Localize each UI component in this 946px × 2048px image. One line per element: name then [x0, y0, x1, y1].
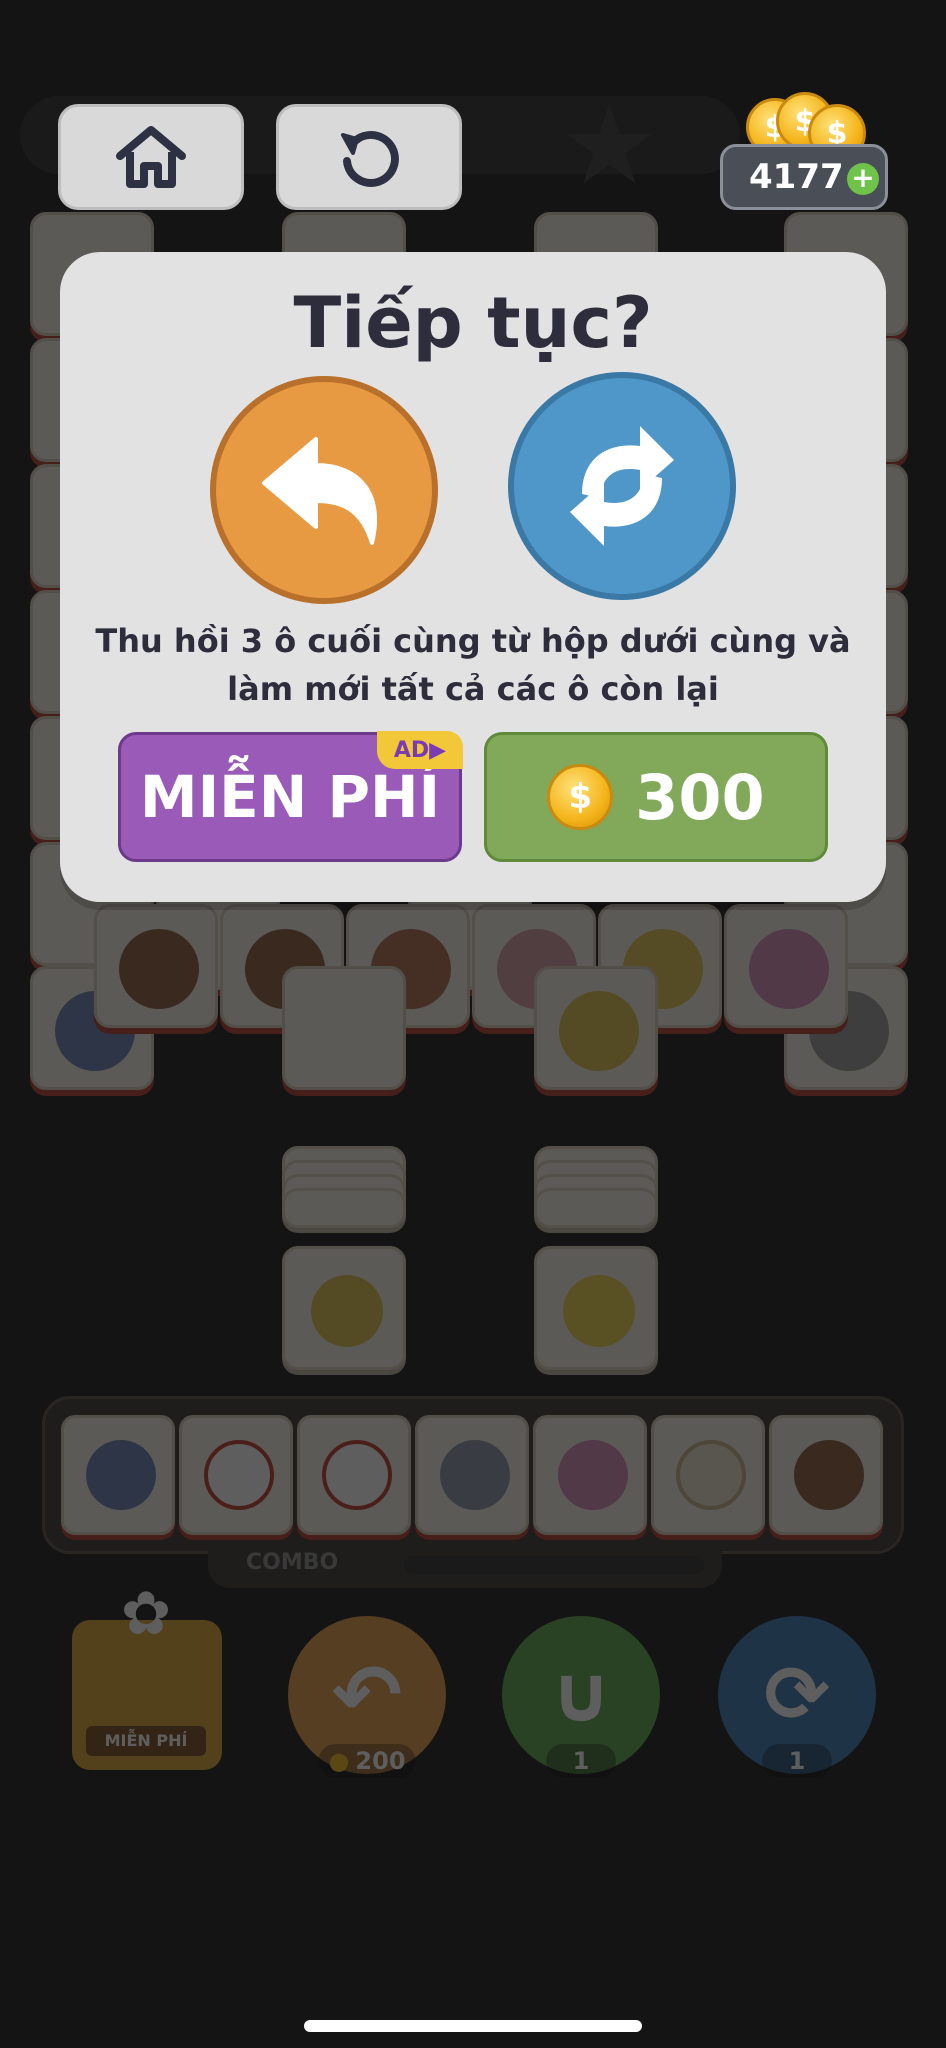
tray-tile-chicken [297, 1415, 411, 1535]
board-tile [724, 904, 848, 1028]
tray-tile-owl [769, 1415, 883, 1535]
board-tile [94, 904, 218, 1028]
coin-icon: $ [547, 764, 614, 830]
home-icon [116, 126, 186, 188]
tray-tile-sheep [651, 1415, 765, 1535]
stack-card [534, 1246, 658, 1370]
combo-progress [404, 1556, 704, 1574]
shuffle-tool-button[interactable]: ⟳ 1 [718, 1616, 876, 1778]
free-ad-button[interactable]: MIỄN PHÍ AD▶ [118, 731, 463, 862]
stack-card [282, 1188, 406, 1228]
shuffle-count: 1 [762, 1744, 832, 1778]
tray-tile-jellyfish [533, 1415, 647, 1535]
board-tile [282, 966, 406, 1090]
gift-icon: ✿ [120, 1579, 172, 1649]
undo-tool-button[interactable]: ↶ ● 200 [288, 1616, 446, 1778]
restart-button[interactable] [276, 104, 462, 210]
undo-icon-circle [210, 376, 438, 604]
add-coins-icon[interactable]: + [847, 163, 879, 195]
star-icon: ★ [560, 81, 659, 209]
home-button[interactable] [58, 104, 244, 210]
dialog-title: Tiếp tục? [293, 282, 653, 364]
coin-balance[interactable]: 4177 + [720, 144, 888, 210]
combo-label: COMBO [246, 1550, 339, 1575]
magnet-count: 1 [546, 1744, 616, 1778]
gift-button[interactable]: ✿ MIỄN PHÍ [72, 1584, 222, 1770]
tray-tile-chicken [179, 1415, 293, 1535]
tray-tile-cat [61, 1415, 175, 1535]
stack-card [534, 1188, 658, 1228]
dialog-description: Thu hồi 3 ô cuối cùng từ hộp dưới cùng v… [95, 622, 851, 708]
magnet-tool-button[interactable]: ∪ 1 [502, 1616, 660, 1778]
continue-dialog: Tiếp tục? Thu hồi 3 ô cuối cùng từ hộp d… [60, 252, 886, 902]
coin-price: 300 [635, 760, 765, 834]
undo-cost: ● 200 [318, 1744, 416, 1778]
home-indicator [304, 2020, 642, 2032]
undo-arrow-icon [262, 437, 378, 545]
tray-tile-elephant [415, 1415, 529, 1535]
free-button-label: MIỄN PHÍ [139, 763, 441, 831]
tile-tray [42, 1396, 904, 1554]
shuffle-arrows-icon [570, 426, 674, 546]
gift-label: MIỄN PHÍ [86, 1726, 206, 1756]
undo-icon: ↶ [331, 1646, 403, 1744]
ad-badge: AD▶ [377, 731, 463, 769]
shuffle-icon-circle [508, 372, 736, 600]
restart-icon [341, 131, 399, 187]
coin-icon: ● [328, 1747, 350, 1775]
pay-coins-button[interactable]: $ 300 [484, 732, 828, 862]
coin-count: 4177 [749, 157, 844, 197]
shuffle-icon: ⟳ [764, 1650, 830, 1740]
board-tile [534, 966, 658, 1090]
stack-card [282, 1246, 406, 1370]
magnet-icon: ∪ [549, 1650, 613, 1740]
